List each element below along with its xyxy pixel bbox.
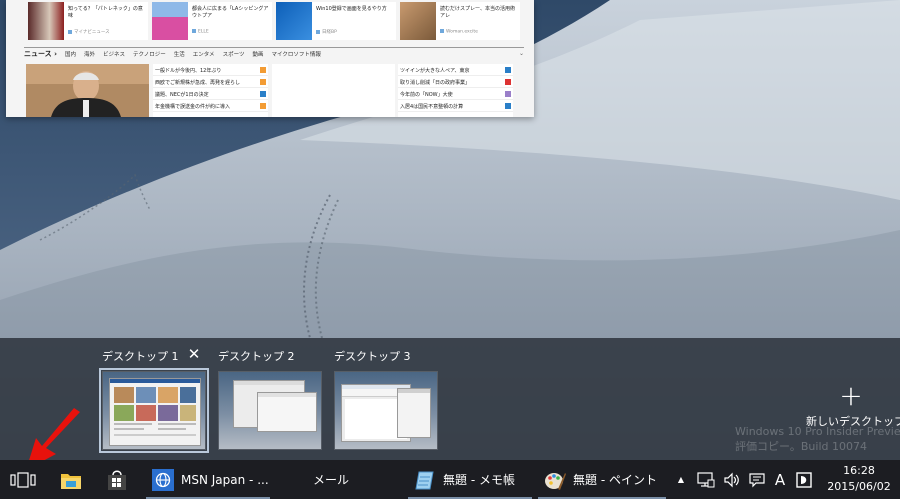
taskbar-app-notepad[interactable]: 無題 - メモ帳 <box>408 460 532 499</box>
news-card-source: Woman.excite <box>440 29 478 35</box>
news-tab[interactable]: 国内 <box>65 50 76 58</box>
action-center-icon[interactable] <box>746 460 768 499</box>
news-headline[interactable]: 取り消し削減「日の政府事業」 <box>398 76 513 88</box>
news-list: ツイインが大きな人ペア、東京 取り消し削減「日の政府事業」 今年前の「NOW」大… <box>398 64 513 117</box>
build-watermark: Windows 10 Pro Insider Preview 評価コピー。Bui… <box>735 425 900 453</box>
news-card-title: 読むだけスプレー、本当の活用術アレ <box>440 6 515 19</box>
news-top-cards: 知ってる？「パトレネック」の意味 マイナビニュース 都会人に広まる「LAシッピン… <box>6 0 534 42</box>
news-card[interactable]: 都会人に広まる「LAシッピングアウトプア ELLE <box>152 2 272 40</box>
mini-window <box>397 388 431 438</box>
taskbar-app-label: 無題 - ペイント <box>573 473 657 487</box>
taskbar-app-msn[interactable]: MSN Japan - ... <box>146 460 270 499</box>
folder-icon <box>61 473 81 489</box>
taskbar-app-label: 無題 - メモ帳 <box>443 473 515 487</box>
news-headline[interactable]: 西欧でご新規株が急成、再発を遅らし <box>153 76 268 88</box>
news-card-title: 都会人に広まる「LAシッピングアウトプア <box>192 6 269 19</box>
notepad-icon <box>414 469 436 491</box>
news-thumb <box>400 2 436 40</box>
show-hidden-icons-icon[interactable]: ▲ <box>674 460 688 499</box>
desktop-1-thumbnail[interactable] <box>99 368 209 453</box>
news-card-title: 知ってる？「パトレネック」の意味 <box>68 6 143 19</box>
mail-icon <box>284 469 306 491</box>
plus-icon: + <box>839 379 863 412</box>
volume-icon[interactable] <box>720 460 744 499</box>
browser-window[interactable]: 知ってる？「パトレネック」の意味 マイナビニュース 都会人に広まる「LAシッピン… <box>6 0 534 117</box>
task-view-button[interactable] <box>4 460 42 499</box>
mini-browser-window <box>109 378 201 446</box>
internet-explorer-icon <box>152 468 174 491</box>
news-category-nav: ニュース › 国内 海外 ビジネス テクノロジー 生活 エンタメ スポーツ 動画… <box>24 47 524 59</box>
news-blank-panel <box>272 64 395 117</box>
mini-window <box>257 392 317 432</box>
news-list: 一般ドルが今後円、12年ぶり 西欧でご新規株が急成、再発を遅らし 議題、NECが… <box>153 64 268 117</box>
news-heading[interactable]: ニュース › <box>24 49 57 59</box>
network-icon[interactable] <box>694 460 718 499</box>
news-tab[interactable]: エンタメ <box>193 50 215 58</box>
news-card[interactable]: Win10登録で画面を見るやり方 日経BP <box>276 2 396 40</box>
close-icon[interactable]: ✕ <box>186 346 202 362</box>
taskbar-app-label: MSN Japan - ... <box>181 472 269 487</box>
news-thumb <box>276 2 312 40</box>
news-tab[interactable]: 生活 <box>174 50 185 58</box>
clock-date: 2015/06/02 <box>827 480 891 493</box>
desktop-2-label[interactable]: デスクトップ 2 <box>218 348 295 364</box>
news-headline[interactable]: 入居4は国民不意整頓の計算 <box>398 100 513 112</box>
desktop-3-label[interactable]: デスクトップ 3 <box>334 348 411 364</box>
news-thumb <box>28 2 64 40</box>
chevron-right-icon: › <box>54 49 57 58</box>
ime-mode-indicator[interactable]: A <box>770 460 790 499</box>
news-card-title: Win10登録で画面を見るやり方 <box>316 6 387 12</box>
news-card-source: ELLE <box>192 29 209 35</box>
news-card[interactable]: 知ってる？「パトレネック」の意味 マイナビニュース <box>28 2 148 40</box>
paint-icon <box>544 469 566 491</box>
task-view-icon <box>10 471 36 488</box>
desktop-1-label[interactable]: デスクトップ 1 <box>102 348 179 364</box>
store-button[interactable] <box>98 460 136 499</box>
news-headline[interactable]: 今年前の「NOW」大使 <box>398 88 513 100</box>
news-tab[interactable]: スポーツ <box>223 50 245 58</box>
news-photo[interactable] <box>26 64 149 117</box>
clock[interactable]: 16:28 2015/06/02 <box>826 463 892 495</box>
desktop-2-thumbnail[interactable] <box>218 371 322 450</box>
news-headline[interactable]: 一般ドルが今後円、12年ぶり <box>153 64 268 76</box>
news-tab[interactable]: テクノロジー <box>133 50 166 58</box>
news-tab[interactable]: 海外 <box>84 50 95 58</box>
clock-time: 16:28 <box>843 464 875 477</box>
file-explorer-button[interactable] <box>52 460 90 499</box>
news-thumb <box>152 2 188 40</box>
ime-pad-icon[interactable] <box>794 460 814 499</box>
chevron-down-icon[interactable]: ⌄ <box>519 50 524 57</box>
news-headline[interactable]: 年金機構で誤送金の件が約に導入 <box>153 100 268 112</box>
news-card-source: マイナビニュース <box>68 29 110 35</box>
news-tab[interactable]: ビジネス <box>103 50 125 58</box>
taskbar: MSN Japan - ... メール 無題 - メモ帳 無題 - ペイント ▲… <box>0 460 900 499</box>
store-icon <box>108 470 126 490</box>
taskbar-app-paint[interactable]: 無題 - ペイント <box>538 460 666 499</box>
news-tab[interactable]: マイクロソフト情報 <box>271 50 320 58</box>
taskbar-app-mail[interactable]: メール <box>278 460 402 499</box>
news-headline[interactable]: 議題、NECが1日の決定 <box>153 88 268 100</box>
news-tab[interactable]: 動画 <box>252 50 263 58</box>
news-card[interactable]: 読むだけスプレー、本当の活用術アレ Woman.excite <box>400 2 520 40</box>
task-view-desktops-bar: デスクトップ 1 ✕ デスクトップ 2 デスクトップ 3 + 新しいデスクトップ… <box>0 338 900 460</box>
desktop-3-thumbnail[interactable] <box>334 371 438 450</box>
news-card-source: 日経BP <box>316 29 337 35</box>
mini-news-grid <box>114 387 196 436</box>
person-photo-image <box>26 64 149 117</box>
news-headline[interactable]: ツイインが大きな人ペア、東京 <box>398 64 513 76</box>
taskbar-app-label: メール <box>313 473 350 487</box>
